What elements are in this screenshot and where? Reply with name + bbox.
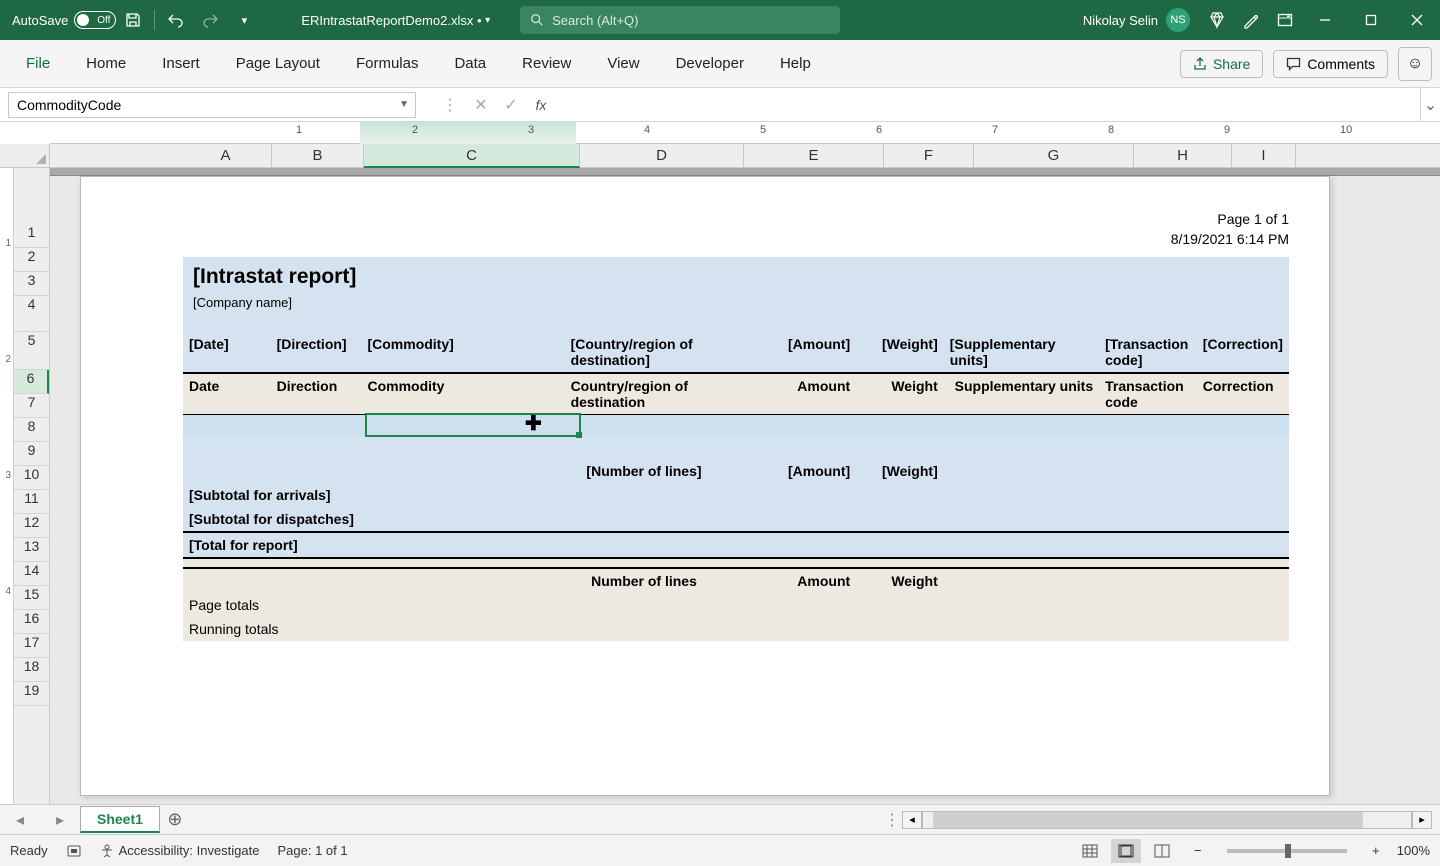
- feedback-button[interactable]: ☺: [1398, 47, 1432, 81]
- name-box[interactable]: CommodityCode▼: [8, 92, 416, 118]
- search-box[interactable]: Search (Alt+Q): [520, 6, 840, 34]
- comments-button[interactable]: Comments: [1273, 50, 1388, 78]
- tab-formulas[interactable]: Formulas: [338, 40, 437, 88]
- status-bar: Ready Accessibility: Investigate Page: 1…: [0, 834, 1440, 866]
- cancel-formula-icon[interactable]: ✕: [466, 92, 496, 118]
- zoom-level[interactable]: 100%: [1397, 843, 1430, 858]
- autosave-label: AutoSave: [12, 13, 68, 28]
- page-datetime: 8/19/2021 6:14 PM: [1171, 231, 1289, 247]
- tab-view[interactable]: View: [589, 40, 657, 88]
- report-title: [Intrastat report]: [193, 265, 1279, 289]
- ribbon-tabs: File Home Insert Page Layout Formulas Da…: [0, 40, 1440, 88]
- zoom-in-button[interactable]: +: [1361, 839, 1391, 863]
- macro-record-icon[interactable]: [66, 843, 82, 859]
- status-ready: Ready: [10, 843, 48, 858]
- diamond-icon[interactable]: [1200, 0, 1234, 40]
- tab-data[interactable]: Data: [436, 40, 504, 88]
- fx-icon[interactable]: fx: [526, 97, 556, 113]
- tab-insert[interactable]: Insert: [144, 40, 218, 88]
- new-sheet-button[interactable]: ⊕: [160, 809, 190, 830]
- company-placeholder: [Company name]: [183, 295, 1289, 332]
- redo-icon[interactable]: [193, 0, 227, 40]
- accessibility-icon: [100, 844, 114, 858]
- tab-help[interactable]: Help: [762, 40, 829, 88]
- expand-formula-bar-icon[interactable]: ⌄: [1420, 88, 1440, 122]
- qat-customize-icon[interactable]: ▾: [227, 0, 261, 40]
- spreadsheet-grid: 1 2 3 4 5 6 7 8 9 10 A B C D E F G H I 1…: [0, 122, 1440, 804]
- comment-icon: [1286, 57, 1301, 71]
- search-placeholder: Search (Alt+Q): [552, 13, 638, 28]
- user-account[interactable]: Nikolay Selin NS: [1083, 8, 1190, 32]
- column-headers[interactable]: A B C D E F G H I: [50, 144, 1440, 168]
- tab-developer[interactable]: Developer: [658, 40, 762, 88]
- chevron-down-icon[interactable]: ▼: [399, 99, 409, 110]
- page-indicator: Page: 1 of 1: [277, 843, 347, 858]
- close-button[interactable]: [1394, 0, 1440, 40]
- vertical-ruler: 1 2 3 4: [0, 168, 14, 804]
- sheet-nav-prev-icon[interactable]: ◂: [0, 810, 40, 830]
- sheet-tab-bar: ◂ ▸ Sheet1 ⊕ ⋮ ◂ ▸: [0, 804, 1440, 834]
- zoom-out-button[interactable]: −: [1183, 839, 1213, 863]
- pen-icon[interactable]: [1234, 0, 1268, 40]
- report-table: [Date][Direction] [Commodity][Country/re…: [183, 332, 1289, 641]
- page-number: Page 1 of 1: [1217, 211, 1289, 227]
- normal-view-icon[interactable]: [1075, 839, 1105, 863]
- page-layout-view-icon[interactable]: [1111, 839, 1141, 863]
- formula-input[interactable]: [564, 92, 1420, 118]
- enter-formula-icon[interactable]: ✓: [496, 92, 526, 118]
- page-paper: Page 1 of 1 8/19/2021 6:14 PM [Intrastat…: [80, 176, 1330, 796]
- title-bar: AutoSave Off ▾ ERIntrastatReportDemo2.xl…: [0, 0, 1440, 40]
- tab-page-layout[interactable]: Page Layout: [218, 40, 338, 88]
- row-headers[interactable]: 1 2 3 4 5 6 7 8 9 10 11 12 13 14 15 16 1…: [14, 168, 50, 804]
- user-avatar: NS: [1166, 8, 1190, 32]
- tab-home[interactable]: Home: [68, 40, 144, 88]
- horizontal-ruler: 1 2 3 4 5 6 7 8 9 10: [50, 122, 1440, 144]
- sheet-tab[interactable]: Sheet1: [80, 806, 160, 833]
- filename[interactable]: ERIntrastatReportDemo2.xlsx • ▾: [301, 13, 490, 28]
- tab-review[interactable]: Review: [504, 40, 589, 88]
- accessibility-status[interactable]: Accessibility: Investigate: [100, 843, 260, 858]
- page-break-view-icon[interactable]: [1147, 839, 1177, 863]
- ribbon-mode-icon[interactable]: [1268, 0, 1302, 40]
- tab-file[interactable]: File: [8, 40, 68, 88]
- share-icon: [1193, 57, 1207, 71]
- horizontal-scrollbar[interactable]: ⋮ ◂ ▸: [882, 810, 1432, 830]
- zoom-slider[interactable]: [1227, 849, 1347, 853]
- formula-bar-row: CommodityCode▼ ⋮ ✕ ✓ fx ⌄: [0, 88, 1440, 122]
- minimize-button[interactable]: [1302, 0, 1348, 40]
- select-all-corner[interactable]: [0, 144, 50, 168]
- undo-icon[interactable]: [159, 0, 193, 40]
- sheet-nav-next-icon[interactable]: ▸: [40, 810, 80, 830]
- save-icon[interactable]: [116, 0, 150, 40]
- share-button[interactable]: Share: [1180, 50, 1263, 78]
- maximize-button[interactable]: [1348, 0, 1394, 40]
- autosave-toggle[interactable]: Off: [74, 11, 116, 29]
